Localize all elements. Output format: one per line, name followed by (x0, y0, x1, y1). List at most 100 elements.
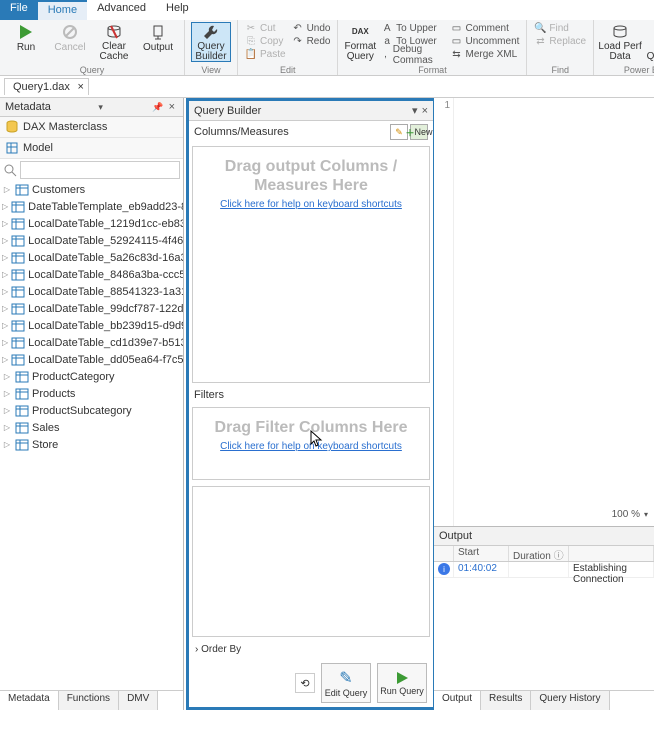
tab-query-history[interactable]: Query History (531, 691, 609, 710)
close-tab-icon[interactable]: × (77, 81, 83, 93)
merge-xml-button[interactable]: ⇆Merge XML (448, 48, 523, 61)
keyboard-shortcuts-link[interactable]: Click here for help on keyboard shortcut… (220, 441, 402, 452)
expand-icon[interactable]: ▷ (2, 355, 8, 364)
output-button[interactable]: Output (138, 22, 178, 62)
metadata-tree[interactable]: ▷Customers▷DateTableTemplate_eb9add23-8e… (0, 181, 183, 690)
editor-body[interactable] (456, 98, 654, 524)
edit-query-button[interactable]: ✎ Edit Query (321, 663, 371, 703)
run-button[interactable]: Run (6, 22, 46, 62)
model-selector[interactable]: Model (0, 138, 183, 159)
clear-cache-button[interactable]: Clear Cache (94, 22, 134, 62)
tree-node[interactable]: ▷Products (2, 385, 183, 402)
expand-icon[interactable]: ▷ (2, 304, 8, 313)
expand-icon[interactable]: ▷ (2, 219, 8, 228)
output-grid-row[interactable]: i 01:40:02 Establishing Connection (434, 562, 654, 578)
cut-button[interactable]: ✂Cut (242, 22, 289, 35)
expand-icon[interactable]: ▷ (2, 406, 12, 415)
expand-icon[interactable]: ▷ (2, 372, 12, 381)
metadata-pane: Metadata ▾ 📌 × DAX Masterclass Model ▷Cu… (0, 98, 184, 710)
upper-icon: A (381, 23, 393, 35)
find-button[interactable]: 🔍Find (531, 22, 589, 35)
document-tab[interactable]: Query1.dax × (4, 78, 89, 95)
metadata-search-input[interactable] (20, 161, 180, 179)
dock-dropdown-icon[interactable]: ▾ (412, 104, 418, 117)
expand-icon[interactable]: ▷ (2, 185, 12, 194)
tab-functions[interactable]: Functions (59, 691, 119, 710)
tab-dmv[interactable]: DMV (119, 691, 158, 710)
menu-advanced[interactable]: Advanced (87, 0, 156, 20)
expand-icon[interactable]: ▷ (2, 338, 8, 347)
chevron-down-icon[interactable]: ▾ (644, 510, 648, 519)
lower-icon: a (381, 36, 393, 48)
database-selector[interactable]: DAX Masterclass (0, 117, 183, 138)
expand-icon[interactable]: ▷ (2, 236, 8, 245)
tree-node[interactable]: ▷ProductSubcategory (2, 402, 183, 419)
uncomment-button[interactable]: ▭Uncomment (448, 35, 523, 48)
tree-node-label: LocalDateTable_dd05ea64-f7c5-47b5-… (28, 354, 183, 366)
expand-icon[interactable]: ▷ (2, 202, 8, 211)
tree-node[interactable]: ▷LocalDateTable_cd1d39e7-b513-4c5a-… (2, 334, 183, 351)
menu-help[interactable]: Help (156, 0, 199, 20)
all-queries-button[interactable]: All Queries (644, 22, 654, 62)
copy-button[interactable]: ⎘Copy (242, 35, 289, 48)
to-upper-button[interactable]: ATo Upper (378, 22, 447, 35)
tab-metadata[interactable]: Metadata (0, 691, 59, 710)
run-query-button[interactable]: Run Query (377, 663, 427, 703)
expand-icon[interactable]: ▷ (2, 440, 12, 449)
refresh-button[interactable]: ⟲ (295, 673, 315, 693)
query-builder-titlebar[interactable]: Query Builder ▾ × (189, 101, 433, 121)
expand-icon[interactable]: ▷ (2, 423, 12, 432)
pencil-icon: ✎ (395, 127, 403, 138)
close-pane-icon[interactable]: × (166, 101, 178, 113)
pin-icon[interactable]: 📌 (150, 102, 165, 113)
tree-node[interactable]: ▷Store (2, 436, 183, 453)
tree-node[interactable]: ▷DateTableTemplate_eb9add23-8e7e-4… (2, 198, 183, 215)
ribbon-group-powerbi: Load Perf Data All Queries Power BI (594, 20, 654, 75)
tree-node[interactable]: ▷ProductCategory (2, 368, 183, 385)
main-area: Metadata ▾ 📌 × DAX Masterclass Model ▷Cu… (0, 98, 654, 710)
play-icon (16, 22, 36, 42)
replace-button[interactable]: ⇄Replace (531, 35, 589, 48)
tree-node[interactable]: ▷LocalDateTable_bb239d15-d9d9-4f79… (2, 317, 183, 334)
dock-dropdown-icon[interactable]: ▾ (96, 102, 105, 113)
keyboard-shortcuts-link[interactable]: Click here for help on keyboard shortcut… (220, 199, 402, 210)
tab-output[interactable]: Output (434, 691, 481, 710)
paste-button[interactable]: 📋Paste (242, 48, 289, 61)
col-start[interactable]: Start (454, 546, 509, 561)
tree-node[interactable]: ▷LocalDateTable_88541323-1a31-4ca1-… (2, 283, 183, 300)
undo-button[interactable]: ↶Undo (289, 22, 334, 35)
expand-icon[interactable]: ▷ (2, 253, 8, 262)
redo-button[interactable]: ↷Redo (289, 35, 334, 48)
zoom-control[interactable]: 100 %▾ (612, 509, 648, 520)
tree-node[interactable]: ▷Sales (2, 419, 183, 436)
debug-commas-button[interactable]: ,Debug Commas (378, 48, 447, 61)
expand-icon[interactable]: ▷ (2, 321, 8, 330)
tree-node[interactable]: ▷Customers (2, 181, 183, 198)
close-pane-icon[interactable]: × (422, 105, 428, 117)
format-query-button[interactable]: DAX Format Query (344, 22, 376, 62)
tree-node[interactable]: ▷LocalDateTable_52924115-4f46-4235-… (2, 232, 183, 249)
comment-button[interactable]: ▭Comment (448, 22, 523, 35)
order-by-expander[interactable]: › Order By (189, 640, 433, 659)
tree-node[interactable]: ▷ LocalDateTable_dd05ea64-f7c5-47b5-… (2, 351, 183, 368)
load-perf-data-button[interactable]: Load Perf Data (600, 22, 640, 62)
menu-file[interactable]: File (0, 0, 38, 20)
expand-icon[interactable]: ▷ (2, 270, 8, 279)
new-measure-button[interactable]: ＋New (410, 124, 428, 140)
query-builder-button[interactable]: Query Builder (191, 22, 231, 62)
filters-dropzone[interactable]: Drag Filter Columns Here Click here for … (192, 407, 430, 480)
expand-icon[interactable]: ▷ (2, 389, 12, 398)
tree-node[interactable]: ▷LocalDateTable_8486a3ba-ccc5-49ab-… (2, 266, 183, 283)
tree-node[interactable]: ▷LocalDateTable_5a26c83d-16a3-4a02-… (2, 249, 183, 266)
tree-node[interactable]: ▷LocalDateTable_99dcf787-122d-42ac-… (2, 300, 183, 317)
menu-home[interactable]: Home (38, 0, 87, 20)
columns-dropzone[interactable]: Drag output Columns /Measures Here Click… (192, 146, 430, 383)
col-duration[interactable]: Duration ⓘ (509, 546, 569, 561)
ribbon-group-format: DAX Format Query ATo Upper aTo Lower ,De… (338, 20, 527, 75)
tab-results[interactable]: Results (481, 691, 531, 710)
expand-icon[interactable]: ▷ (2, 287, 8, 296)
table-icon (11, 235, 25, 247)
cancel-button[interactable]: Cancel (50, 22, 90, 62)
tree-node[interactable]: ▷LocalDateTable_1219d1cc-eb83-4ddf-… (2, 215, 183, 232)
info-icon: ⓘ (554, 551, 564, 562)
